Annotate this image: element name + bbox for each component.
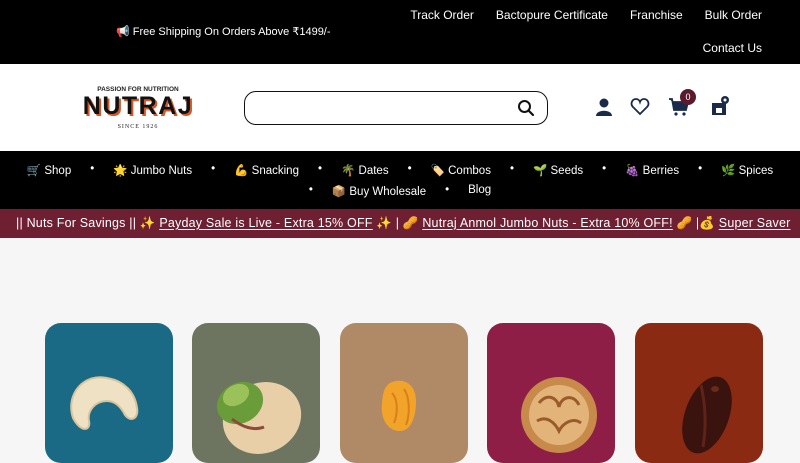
ticker-prefix: || Nuts For Savings || ✨ bbox=[16, 216, 160, 230]
cart-count-badge: 0 bbox=[680, 89, 696, 105]
track-order-link[interactable]: Track Order bbox=[410, 8, 474, 22]
nav-item-snacking[interactable]: 💪 Snacking bbox=[234, 163, 299, 177]
top-bar: 📢 Free Shipping On Orders Above ₹1499/- … bbox=[0, 0, 800, 64]
category-cards bbox=[0, 238, 800, 463]
store-locator-icon[interactable] bbox=[710, 95, 732, 122]
super-saver-link[interactable]: Super Saver bbox=[719, 216, 791, 230]
card-dates[interactable] bbox=[635, 323, 763, 463]
franchise-link[interactable]: Franchise bbox=[630, 8, 683, 22]
contact-us-link[interactable]: Contact Us bbox=[703, 41, 762, 55]
search-input[interactable] bbox=[255, 92, 515, 122]
logo-since: SINCE 1926 bbox=[118, 124, 159, 130]
nav-item-buy-wholesale[interactable]: 📦 Buy Wholesale bbox=[332, 184, 426, 198]
nav-item-dates[interactable]: 🌴 Dates bbox=[341, 163, 389, 177]
nav-item-combos[interactable]: 🏷️ Combos bbox=[431, 163, 491, 177]
main-nav: 🛒 Shop • 🌟 Jumbo Nuts • 💪 Snacking • 🌴 Date… bbox=[0, 151, 800, 209]
walnut-image bbox=[521, 377, 597, 453]
nav-item-jumbo-nuts[interactable]: 🌟 Jumbo Nuts bbox=[113, 163, 192, 177]
apricot-image bbox=[381, 380, 416, 431]
card-pistachio[interactable] bbox=[192, 323, 320, 463]
search-bar[interactable] bbox=[244, 91, 548, 125]
nav-row-secondary: • 📦 Buy Wholesale • Blog bbox=[308, 184, 492, 198]
wishlist-icon[interactable] bbox=[630, 97, 650, 122]
nav-row-primary: 🛒 Shop • 🌟 Jumbo Nuts • 💪 Snacking • 🌴 Date… bbox=[26, 163, 774, 177]
promo-ticker: || Nuts For Savings || ✨ Payday Sale is … bbox=[0, 209, 800, 238]
card-cashew[interactable] bbox=[45, 323, 173, 463]
bactopure-certificate-link[interactable]: Bactopure Certificate bbox=[496, 8, 608, 22]
top-links: Track Order Bactopure Certificate Franch… bbox=[388, 8, 762, 22]
pistachio-image bbox=[216, 381, 302, 454]
shipping-announcement: 📢 Free Shipping On Orders Above ₹1499/- bbox=[116, 26, 331, 38]
nutraj-logo[interactable]: PASSION FOR NUTRITION NUTRAJ NUTRAJ SINC… bbox=[76, 82, 200, 132]
account-icon[interactable] bbox=[594, 97, 614, 122]
card-apricot[interactable] bbox=[340, 323, 468, 463]
site-header: PASSION FOR NUTRITION NUTRAJ NUTRAJ SINC… bbox=[0, 64, 800, 151]
cashew-image bbox=[70, 376, 139, 430]
nav-item-blog[interactable]: Blog bbox=[468, 184, 491, 198]
card-walnut[interactable] bbox=[487, 323, 615, 463]
search-icon[interactable] bbox=[517, 99, 535, 122]
nav-item-spices[interactable]: 🌿 Spices bbox=[721, 163, 773, 177]
ticker-separator: 🥜 |💰 bbox=[672, 216, 719, 230]
nav-item-seeds[interactable]: 🌱 Seeds bbox=[533, 163, 583, 177]
payday-sale-link[interactable]: Payday Sale is Live - Extra 15% OFF bbox=[159, 216, 372, 230]
logo-name: NUTRAJ bbox=[83, 92, 193, 120]
dates-image bbox=[682, 376, 732, 454]
nav-item-shop[interactable]: 🛒 Shop bbox=[27, 163, 71, 177]
ticker-separator: ✨ | 🥜 bbox=[372, 216, 423, 230]
nav-item-berries[interactable]: 🍇 Berries bbox=[625, 163, 679, 177]
jumbo-nuts-offer-link[interactable]: Nutraj Anmol Jumbo Nuts - Extra 10% OFF! bbox=[422, 216, 672, 230]
bulk-order-link[interactable]: Bulk Order bbox=[705, 8, 762, 22]
